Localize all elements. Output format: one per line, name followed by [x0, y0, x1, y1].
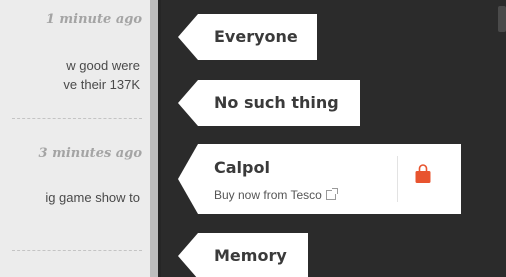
tag-label: Everyone — [214, 27, 298, 46]
feed-snippet-line: w good were — [66, 58, 140, 73]
tag-label: Calpol — [214, 158, 270, 177]
scrollbar-thumb[interactable] — [498, 6, 506, 32]
feed-snippet-line: ve their 137K — [63, 77, 140, 92]
activity-feed: 1 minute ago w good were ve their 137K 3… — [0, 0, 150, 277]
buy-link-text: Buy now from Tesco — [214, 188, 322, 202]
feed-timestamp: 3 minutes ago — [38, 146, 142, 161]
tag-calpol[interactable]: Calpol Buy now from Tesco — [178, 144, 461, 214]
tag-everyone[interactable]: Everyone — [178, 14, 317, 60]
tag-memory[interactable]: Memory — [178, 233, 308, 277]
tag-no-such-thing[interactable]: No such thing — [178, 80, 360, 126]
tag-label: No such thing — [214, 93, 339, 112]
tag-separator — [397, 156, 398, 202]
buy-link[interactable]: Buy now from Tesco — [214, 188, 338, 202]
tag-label: Memory — [214, 246, 287, 265]
screenshot-frame: 1 minute ago w good were ve their 137K 3… — [0, 0, 506, 277]
feed-timestamp: 1 minute ago — [45, 12, 142, 27]
feed-snippet-line: ig game show to — [45, 190, 140, 205]
feed-divider — [12, 118, 142, 119]
external-link-icon — [325, 188, 338, 200]
shopping-bag-icon[interactable] — [414, 164, 432, 184]
feed-divider — [12, 250, 142, 251]
column-divider — [150, 0, 158, 277]
